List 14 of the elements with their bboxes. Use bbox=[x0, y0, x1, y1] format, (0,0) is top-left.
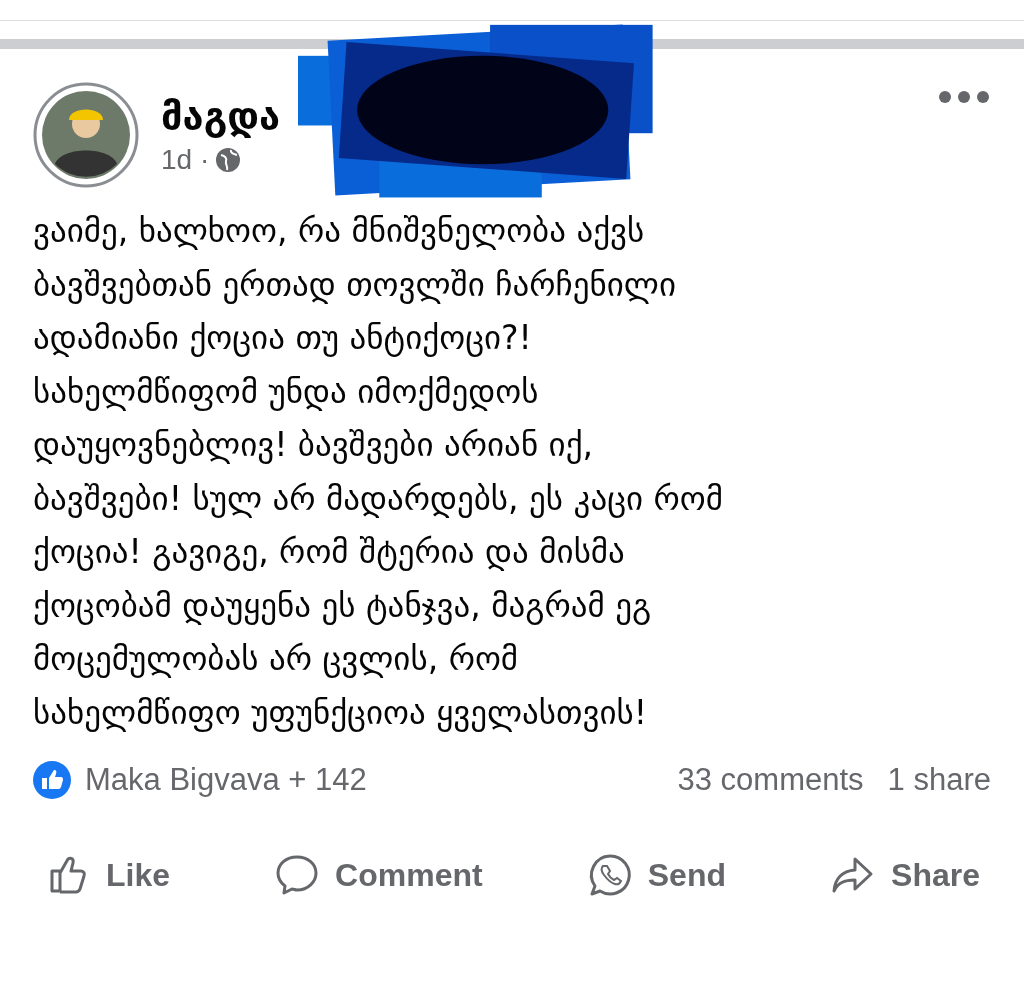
post-time: 1d · bbox=[161, 144, 210, 176]
send-button[interactable]: Send bbox=[585, 851, 726, 899]
comment-button[interactable]: Comment bbox=[273, 851, 483, 899]
share-count[interactable]: 1 share bbox=[887, 762, 991, 798]
reactions-summary[interactable]: Maka Bigvava + 142 bbox=[85, 762, 367, 798]
globe-icon bbox=[215, 147, 242, 173]
share-button[interactable]: Share bbox=[829, 851, 980, 899]
like-button[interactable]: Like bbox=[44, 851, 171, 899]
avatar[interactable] bbox=[33, 82, 139, 188]
more-options-icon[interactable] bbox=[938, 90, 990, 104]
comment-count[interactable]: 33 comments bbox=[677, 762, 864, 798]
post-text: ვაიმე, ხალხოო, რა მნიშვნელობა აქვს ბავშვებთან ერთად თოვლში ჩარჩენილი ადამიანი ქოცია თუ ანტიქოცი?! სახელმწიფომ უნდა იმოქმედოს დაუყოვნებლივ! ბავშვები არიან იქ, ბავშვები! სულ არ მადარდებს, ეს კაცი რომ ქოცია! გავიგე, რომ შტერია და მისმა ქოცობამ დაუყენა ეს ტანჯვა, მაგრამ ეგ მოცემულობას არ ცვლის, რომ სახელმწიფო უფუნქციოა ყველასთვის! bbox=[32, 210, 725, 734]
author-name[interactable]: მაგდა bbox=[161, 94, 281, 138]
like-reaction-icon bbox=[33, 761, 71, 799]
